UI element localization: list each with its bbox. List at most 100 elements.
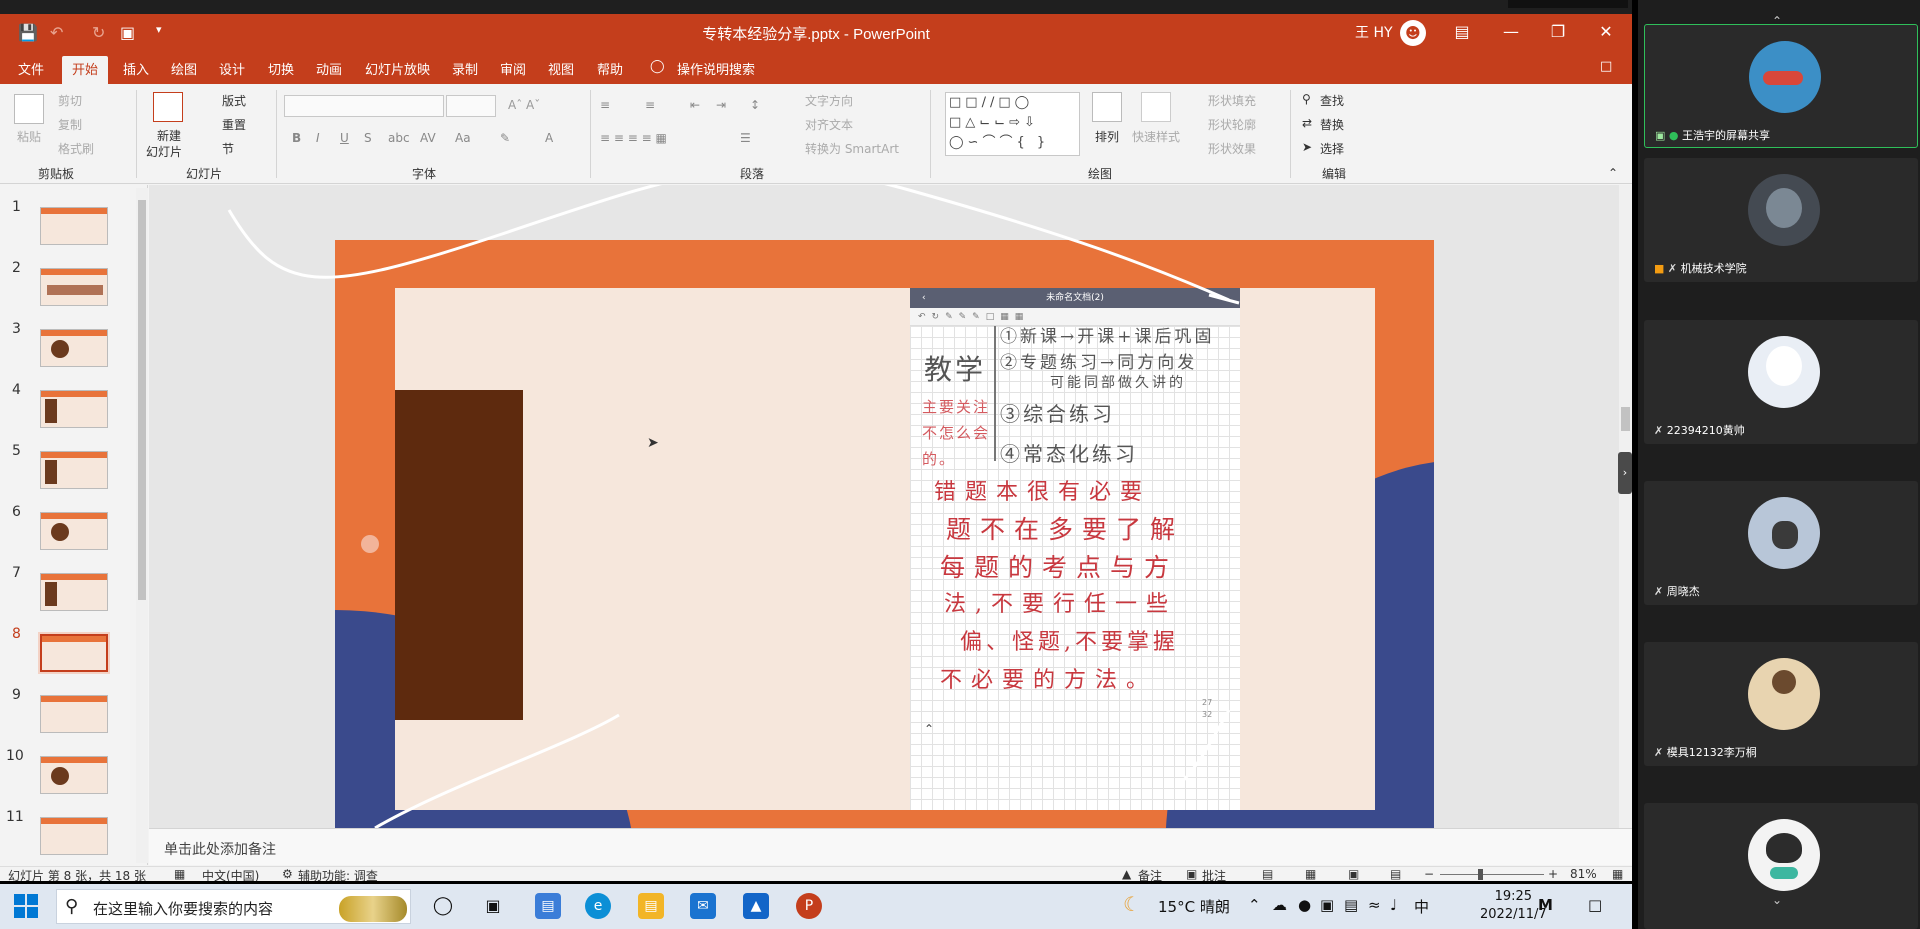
decrease-indent-icon[interactable]: ⇤: [690, 98, 700, 112]
restore-icon[interactable]: ❐: [1543, 22, 1573, 41]
onedrive-icon[interactable]: ☁: [1272, 896, 1287, 914]
slide-thumbnail[interactable]: [40, 329, 108, 367]
font-color-icon[interactable]: A: [545, 131, 553, 145]
tab-home[interactable]: 开始: [62, 56, 109, 84]
edge-icon[interactable]: e: [585, 893, 611, 919]
bold-icon[interactable]: B: [292, 131, 301, 145]
increase-indent-icon[interactable]: ⇥: [716, 98, 726, 112]
zoom-out-icon[interactable]: −: [1424, 867, 1434, 881]
panel-collapse-handle[interactable]: ›: [1618, 452, 1632, 494]
tab-file[interactable]: 文件: [18, 59, 44, 78]
font-size-input[interactable]: [446, 95, 496, 117]
format-painter-button[interactable]: 格式刷: [58, 140, 94, 157]
ribbon-display-icon[interactable]: ▤: [1447, 22, 1477, 41]
columns-icon[interactable]: ☰: [740, 131, 751, 145]
reset-button[interactable]: 重置: [222, 116, 246, 133]
replace-button[interactable]: 替换: [1320, 116, 1344, 133]
shape-effects-button[interactable]: 形状效果: [1208, 140, 1256, 157]
spellcheck-icon[interactable]: ▦: [174, 867, 185, 881]
comments-icon[interactable]: □: [1600, 59, 1612, 74]
task-view-icon[interactable]: ▣: [480, 893, 506, 919]
participant-tile[interactable]: ✗ 周晓杰: [1644, 481, 1918, 605]
tab-help[interactable]: 帮助: [597, 59, 623, 78]
file-explorer-icon[interactable]: ▤: [638, 893, 664, 919]
taskbar-search[interactable]: ⚲ 在这里输入你要搜索的内容: [56, 889, 411, 924]
line-spacing-icon[interactable]: ↕: [750, 98, 760, 112]
close-icon[interactable]: ✕: [1591, 22, 1621, 41]
slide-thumbnail[interactable]: [40, 512, 108, 550]
select-button[interactable]: 选择: [1320, 140, 1344, 157]
paste-icon[interactable]: [14, 94, 44, 124]
italic-icon[interactable]: I: [316, 131, 320, 145]
thumbnail-scrollbar[interactable]: [136, 188, 148, 863]
tab-animations[interactable]: 动画: [316, 59, 342, 78]
app-icon[interactable]: ▤: [535, 893, 561, 919]
accessibility-status[interactable]: 辅助功能: 调查: [298, 867, 378, 881]
slide-thumbnail[interactable]: [40, 573, 108, 611]
photos-icon[interactable]: ▲: [743, 893, 769, 919]
shapes-gallery[interactable]: □□∕∕□◯ □△⌙⌙⇨⇩ ◯∽⌒⌒{ }: [945, 92, 1080, 156]
tab-slideshow[interactable]: 幻灯片放映: [365, 59, 430, 78]
strikethrough-icon[interactable]: abc: [388, 131, 410, 145]
mic-icon[interactable]: ●: [1298, 896, 1311, 914]
underline-icon[interactable]: U: [340, 131, 349, 145]
slide-sorter-icon[interactable]: ▦: [1305, 867, 1316, 881]
tab-view[interactable]: 视图: [548, 59, 574, 78]
bullets-icon[interactable]: ≡: [600, 98, 610, 112]
participant-tile[interactable]: [1644, 803, 1918, 929]
new-slide-button[interactable]: 新建: [157, 127, 181, 144]
tab-review[interactable]: 审阅: [500, 59, 526, 78]
scroll-down-icon[interactable]: ⌄: [1772, 893, 1782, 907]
align-icons[interactable]: ≡ ≡ ≡ ≡ ▦: [600, 131, 667, 145]
participant-tile[interactable]: ▣ ● 王浩宇的屏幕共享: [1644, 24, 1918, 148]
slide-thumbnail[interactable]: [40, 817, 108, 855]
notification-icon[interactable]: □: [1588, 896, 1602, 914]
paste-button[interactable]: 粘贴: [17, 128, 41, 145]
tab-insert[interactable]: 插入: [123, 59, 149, 78]
zoom-slider-thumb[interactable]: [1478, 869, 1483, 880]
section-button[interactable]: 节: [222, 140, 234, 157]
find-button[interactable]: 查找: [1320, 92, 1344, 109]
camera-icon[interactable]: ▣: [1320, 896, 1334, 914]
fit-slide-icon[interactable]: ▦: [1612, 867, 1623, 881]
tab-record[interactable]: 录制: [452, 59, 478, 78]
highlight-icon[interactable]: ✎: [500, 131, 510, 145]
canvas-scrollbar[interactable]: [1619, 185, 1632, 828]
powerpoint-icon[interactable]: P: [796, 893, 822, 919]
ime-indicator[interactable]: 中: [1414, 896, 1429, 917]
tray-chevron-icon[interactable]: ⌃: [1248, 896, 1261, 914]
weather-text[interactable]: 15°C 晴朗: [1158, 896, 1230, 917]
cortana-icon[interactable]: ◯: [430, 893, 456, 919]
shadow-icon[interactable]: S: [364, 131, 372, 145]
shape-fill-button[interactable]: 形状填充: [1208, 92, 1256, 109]
tab-draw[interactable]: 绘图: [171, 59, 197, 78]
slide-thumbnail[interactable]: [40, 207, 108, 245]
copy-button[interactable]: 复制: [58, 116, 82, 133]
minimize-icon[interactable]: —: [1496, 22, 1526, 41]
arrange-button[interactable]: 排列: [1095, 128, 1119, 145]
language-indicator[interactable]: 中文(中国): [202, 867, 259, 881]
new-slide-icon[interactable]: [153, 92, 183, 122]
windows-start-icon[interactable]: [14, 894, 38, 918]
slide-thumbnail[interactable]: [40, 756, 108, 794]
font-size-grow-icon[interactable]: Aˆ Aˇ: [508, 98, 540, 112]
quick-styles-icon[interactable]: [1141, 92, 1171, 122]
cut-button[interactable]: 剪切: [58, 92, 82, 109]
collapse-ribbon-icon[interactable]: ⌃: [1608, 166, 1618, 180]
notes-pane[interactable]: 单击此处添加备注: [149, 828, 1632, 865]
quick-styles-button[interactable]: 快速样式: [1132, 128, 1180, 145]
smartart-button[interactable]: 转换为 SmartArt: [805, 140, 899, 157]
char-spacing-icon[interactable]: AV: [420, 131, 436, 145]
text-direction-button[interactable]: 文字方向: [805, 92, 853, 109]
participant-tile[interactable]: ✗ 模具12132李万桐: [1644, 642, 1918, 766]
change-case-icon[interactable]: Aa: [455, 131, 471, 145]
new-slide-button-line2[interactable]: 幻灯片: [146, 143, 182, 160]
taskbar-clock[interactable]: 19:25 2022/11/7: [1480, 888, 1547, 924]
layout-button[interactable]: 版式: [222, 92, 246, 109]
notes-button[interactable]: 备注: [1138, 867, 1162, 881]
zoom-slider[interactable]: [1440, 874, 1544, 875]
user-avatar-icon[interactable]: ☻: [1400, 20, 1426, 46]
zoom-level[interactable]: 81%: [1570, 867, 1597, 881]
slide-thumbnail-selected[interactable]: [38, 632, 110, 674]
align-text-button[interactable]: 对齐文本: [805, 116, 853, 133]
